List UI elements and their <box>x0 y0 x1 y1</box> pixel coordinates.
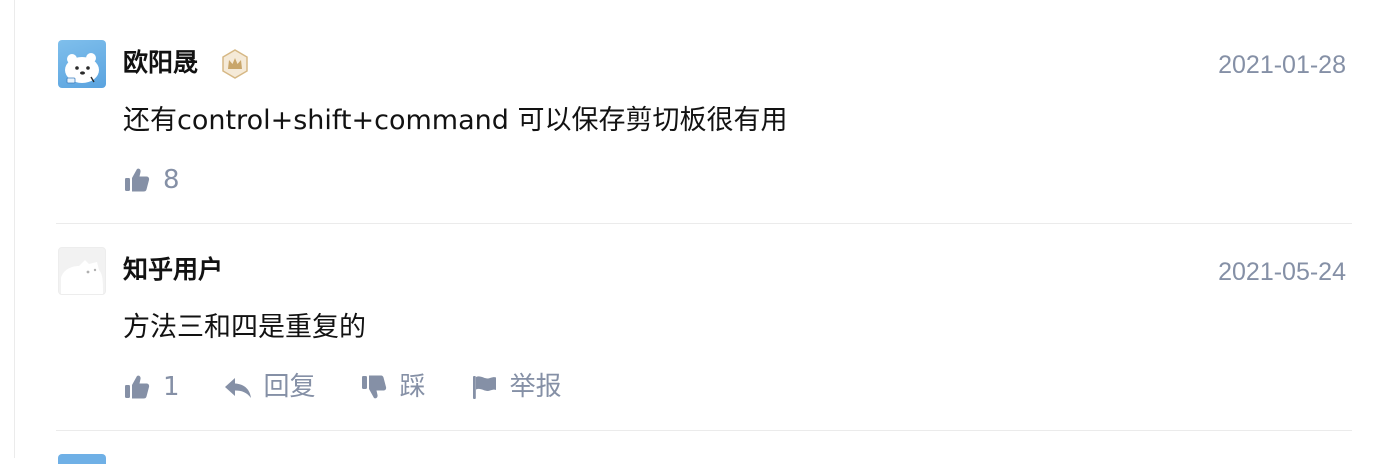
report-button[interactable]: 举报 <box>470 371 562 403</box>
comment-actions: 8 <box>123 164 224 196</box>
flag-icon <box>472 376 496 399</box>
thumb-up-icon <box>125 168 150 192</box>
dislike-label: 踩 <box>399 372 426 402</box>
author-name[interactable]: 知乎用户 <box>123 255 223 285</box>
like-count: 8 <box>163 165 180 195</box>
comment-content: 方法三和四是重复的 <box>123 312 366 343</box>
reply-label: 回复 <box>263 372 316 402</box>
polar-bear-avatar-icon <box>65 53 99 84</box>
like-button[interactable]: 8 <box>123 164 180 196</box>
reply-arrow-icon <box>224 378 251 398</box>
crown-badge-icon <box>222 49 248 79</box>
author-avatar[interactable] <box>58 247 106 295</box>
comment-item: 欧阳晟 2021-01-28 还有control+shift+command 可… <box>56 40 1352 224</box>
reply-button[interactable]: 回复 <box>224 371 316 403</box>
comment-date: 2021-05-24 <box>1218 258 1346 286</box>
thumb-down-icon <box>361 375 386 399</box>
dislike-button[interactable]: 踩 <box>360 371 426 403</box>
author-name[interactable]: 欧阳晟 <box>123 48 198 78</box>
report-label: 举报 <box>509 372 562 402</box>
comment-content: 还有control+shift+command 可以保存剪切板很有用 <box>123 105 788 136</box>
author-avatar[interactable] <box>58 40 106 88</box>
like-count: 1 <box>163 372 180 402</box>
comment-actions: 1 回复 踩 举报 <box>123 371 606 403</box>
next-comment-avatar[interactable] <box>58 454 106 464</box>
comment-date: 2021-01-28 <box>1218 51 1346 79</box>
comment-item: 知乎用户 2021-05-24 方法三和四是重复的 1 回复 踩 举报 <box>56 247 1352 431</box>
thumb-up-icon <box>125 375 150 399</box>
like-button[interactable]: 1 <box>123 371 180 403</box>
default-avatar-icon <box>61 260 103 294</box>
left-border-line <box>14 0 15 458</box>
